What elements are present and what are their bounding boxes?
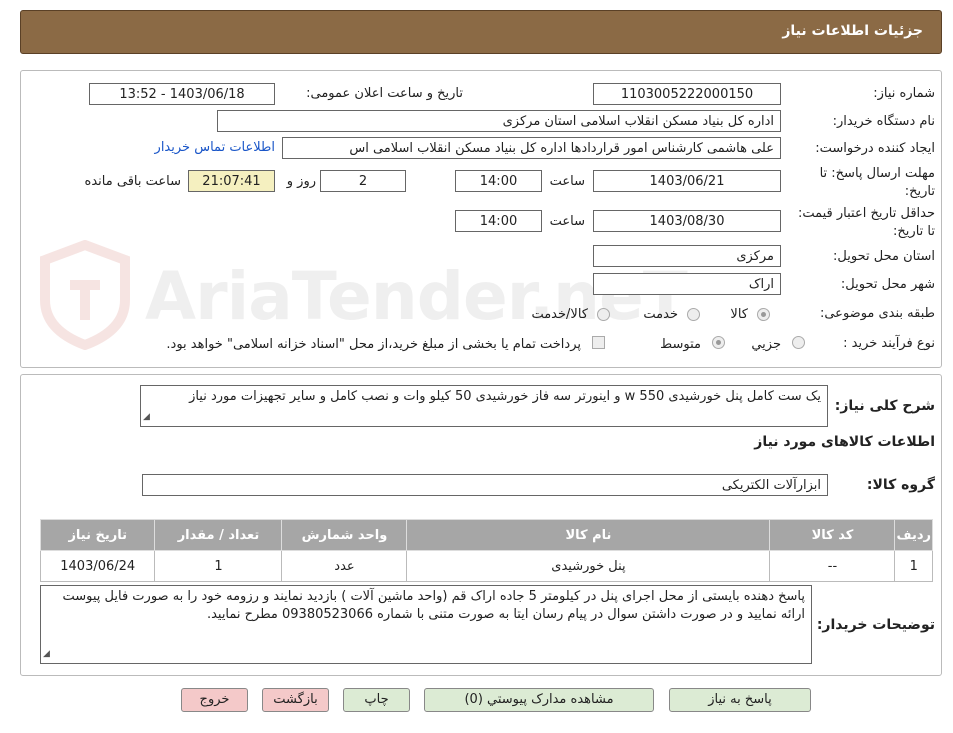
reply-date-field: 1403/06/21 <box>593 170 781 192</box>
col-code: کد کالا <box>769 519 896 551</box>
resize-grip-icon: ◢ <box>43 649 50 659</box>
table-row: 1 -- پنل خورشیدی عدد 1 1403/06/24 <box>39 550 933 582</box>
general-desc-text: یک ست کامل پنل خورشیدی w 550 و اینورتر س… <box>189 389 821 404</box>
cell-code: -- <box>769 550 896 582</box>
col-row: ردیف <box>894 519 933 551</box>
radio-goods[interactable] <box>757 308 770 321</box>
day-and-label: روز و <box>286 174 316 189</box>
validity-hour-label: ساعت <box>549 214 585 229</box>
treasury-checkbox[interactable] <box>592 336 605 349</box>
days-field: 2 <box>320 170 406 192</box>
col-qty: تعداد / مقدار <box>154 519 283 551</box>
watermark-text: AriaTender.neT <box>145 258 688 335</box>
reply-button[interactable]: پاسخ به نیاز <box>669 688 811 712</box>
requester-label: ایجاد کننده درخواست: <box>815 141 935 156</box>
radio-goods-label: کالا <box>730 307 748 322</box>
view-attachments-button[interactable]: مشاهده مدارک پیوستي (0) <box>424 688 654 712</box>
page-header: جزئیات اطلاعات نیاز <box>20 10 942 54</box>
treasury-note: پرداخت تمام یا بخشی از مبلغ خرید،از محل … <box>166 337 581 352</box>
buyer-notes-label: توضیحات خریدار: <box>816 617 935 633</box>
goods-table: ردیف کد کالا نام کالا واحد شمارش تعداد /… <box>39 519 933 582</box>
radio-minor[interactable] <box>792 336 805 349</box>
reply-hour-label: ساعت <box>549 174 585 189</box>
radio-service-label: خدمت <box>643 307 678 322</box>
radio-medium[interactable] <box>712 336 725 349</box>
resize-grip-icon: ◢ <box>143 412 150 422</box>
validity-time-field: 14:00 <box>455 210 542 232</box>
hours-remaining-label: ساعت باقی مانده <box>84 174 181 189</box>
buyer-org-label: نام دستگاه خریدار: <box>832 114 935 129</box>
subject-class-label: طبقه بندی موضوعی: <box>819 306 935 321</box>
announce-datetime-field: 1403/06/18 - 13:52 <box>89 83 275 105</box>
province-field: مرکزی <box>593 245 781 267</box>
cell-name: پنل خورشیدی <box>406 550 771 582</box>
goods-info-heading: اطلاعات کالاهای مورد نیاز <box>754 434 935 450</box>
cell-date: 1403/06/24 <box>39 550 156 582</box>
price-validity-label: حداقل تاریخ اعتبار قیمت: تا تاریخ: <box>797 206 935 239</box>
radio-medium-label: متوسط <box>660 337 701 352</box>
radio-goods-service[interactable] <box>597 308 610 321</box>
cell-row: 1 <box>894 550 933 582</box>
delivery-city-label: شهر محل تحویل: <box>840 277 935 292</box>
need-number-label: شماره نیاز: <box>873 86 935 101</box>
exit-button[interactable]: خروج <box>181 688 248 712</box>
cell-unit: عدد <box>281 550 408 582</box>
contact-buyer-link[interactable]: اطلاعات تماس خریدار <box>155 140 275 155</box>
general-desc-field: یک ست کامل پنل خورشیدی w 550 و اینورتر س… <box>140 385 828 427</box>
general-desc-label: شرح کلی نیاز: <box>834 398 935 414</box>
announce-datetime-label: تاریخ و ساعت اعلان عمومی: <box>306 86 463 101</box>
col-unit: واحد شمارش <box>281 519 408 551</box>
buyer-notes-field: پاسخ دهنده بایستی از محل اجرای پنل در کی… <box>40 585 812 664</box>
validity-date-field: 1403/08/30 <box>593 210 781 232</box>
table-header-row: ردیف کد کالا نام کالا واحد شمارش تعداد /… <box>39 519 933 551</box>
col-date: تاریخ نیاز <box>39 519 156 551</box>
reply-time-field: 14:00 <box>455 170 542 192</box>
remaining-time-field: 21:07:41 <box>188 170 275 192</box>
col-name: نام کالا <box>406 519 771 551</box>
reply-deadline-label: مهلت ارسال پاسخ: تا تاریخ: <box>819 166 935 199</box>
cell-qty: 1 <box>154 550 283 582</box>
purchase-type-label: نوع فرآیند خرید : <box>843 336 935 351</box>
radio-goods-service-label: کالا/خدمت <box>531 307 588 322</box>
radio-minor-label: جزیي <box>751 337 781 352</box>
buyer-org-field: اداره کل بنیاد مسکن انقلاب اسلامی استان … <box>217 110 781 132</box>
requester-field: علی هاشمی کارشناس امور قراردادها اداره ک… <box>282 137 781 159</box>
goods-group-label: گروه کالا: <box>866 477 935 493</box>
watermark: AriaTender.neT <box>35 239 688 351</box>
delivery-province-label: استان محل تحویل: <box>833 249 935 264</box>
goods-group-field: ابزارآلات الکتریکی <box>142 474 828 496</box>
need-number-field: 1103005222000150 <box>593 83 781 105</box>
back-button[interactable]: بازگشت <box>262 688 329 712</box>
page-title: جزئیات اطلاعات نیاز <box>782 23 923 39</box>
print-button[interactable]: چاپ <box>343 688 410 712</box>
city-field: اراک <box>593 273 781 295</box>
radio-service[interactable] <box>687 308 700 321</box>
buyer-notes-text: پاسخ دهنده بایستی از محل اجرای پنل در کی… <box>62 589 805 622</box>
